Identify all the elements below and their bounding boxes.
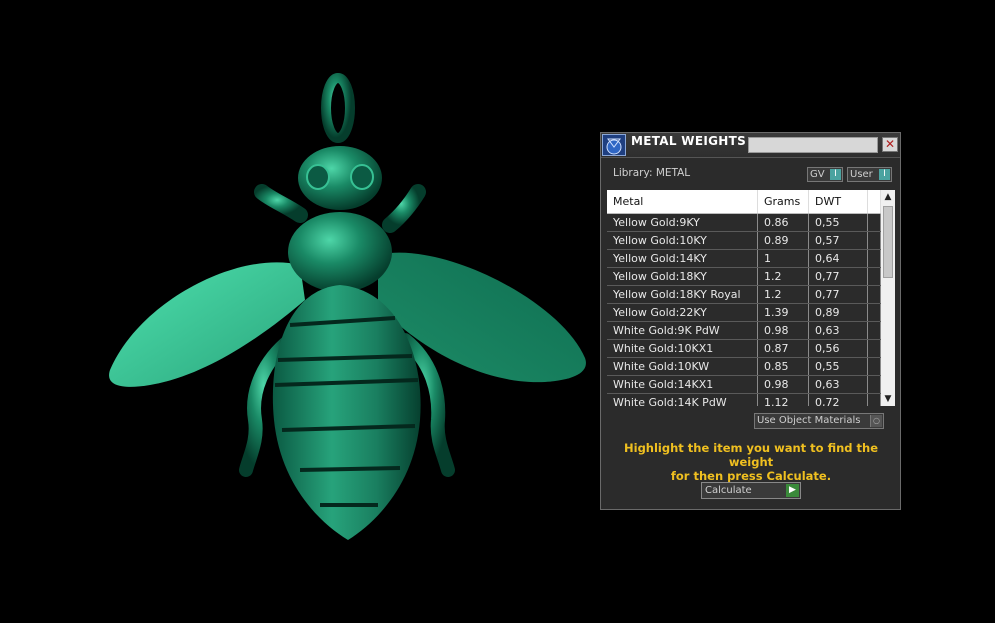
column-header-extra: [868, 190, 881, 213]
play-icon: ▶: [786, 484, 799, 497]
cell-dwt: 0,64: [809, 250, 868, 267]
scroll-down-icon[interactable]: ▼: [881, 392, 895, 406]
instruction-hint: Highlight the item you want to find the …: [611, 441, 891, 483]
table-header: Metal Grams DWT: [607, 190, 881, 214]
table-row[interactable]: White Gold:9K PdW 0.98 0,63: [607, 322, 881, 340]
column-header-grams[interactable]: Grams: [758, 190, 809, 213]
panel-title: METAL WEIGHTS: [631, 134, 747, 148]
right-eye: [350, 164, 374, 190]
gv-label: GV: [810, 169, 825, 180]
library-label: Library: METAL: [613, 167, 691, 179]
cell-grams: 0.98: [758, 376, 809, 393]
table-row[interactable]: Yellow Gold:18KY Royal 1.2 0,77: [607, 286, 881, 304]
cell-dwt: 0,56: [809, 340, 868, 357]
cell-metal: Yellow Gold:18KY Royal: [607, 286, 758, 303]
cell-dwt: 0,57: [809, 232, 868, 249]
cell-dwt: 0,77: [809, 286, 868, 303]
bee-thorax: [288, 212, 392, 292]
cell-dwt: 0,55: [809, 358, 868, 375]
calculate-label: Calculate: [705, 485, 752, 496]
left-eye: [306, 164, 330, 190]
table-row[interactable]: White Gold:10KW 0.85 0,55: [607, 358, 881, 376]
cell-metal: White Gold:10KW: [607, 358, 758, 375]
pendant-bail: [321, 73, 355, 143]
circle-indicator-icon: ○: [870, 415, 882, 427]
hint-line-2: for then press Calculate.: [670, 469, 832, 483]
cell-dwt: 0,63: [809, 322, 868, 339]
table-body: Yellow Gold:9KY 0.86 0,55 Yellow Gold:10…: [607, 214, 881, 406]
table-row[interactable]: White Gold:10KX1 0.87 0,56: [607, 340, 881, 358]
cell-extra: [868, 340, 881, 357]
cell-extra: [868, 250, 881, 267]
cell-extra: [868, 376, 881, 393]
user-toggle[interactable]: User I: [847, 167, 892, 182]
cell-grams: 0.87: [758, 340, 809, 357]
cell-grams: 1.39: [758, 304, 809, 321]
panel-titlebar[interactable]: METAL WEIGHTS ✕: [601, 133, 900, 158]
scroll-thumb[interactable]: [883, 206, 893, 278]
gv-indicator-icon: I: [830, 169, 841, 180]
cell-extra: [868, 322, 881, 339]
cell-extra: [868, 358, 881, 375]
cell-metal: White Gold:14KX1: [607, 376, 758, 393]
cell-extra: [868, 286, 881, 303]
cell-metal: White Gold:14K PdW: [607, 394, 758, 406]
cell-extra: [868, 268, 881, 285]
cell-dwt: 0,55: [809, 214, 868, 231]
cell-grams: 0.89: [758, 232, 809, 249]
cell-dwt: 0,77: [809, 268, 868, 285]
use-object-materials-toggle[interactable]: Use Object Materials ○: [754, 413, 884, 429]
cell-extra: [868, 394, 881, 406]
cell-grams: 1.2: [758, 268, 809, 285]
table-row[interactable]: Yellow Gold:9KY 0.86 0,55: [607, 214, 881, 232]
user-label: User: [850, 169, 873, 180]
calculate-button[interactable]: Calculate ▶: [701, 482, 801, 499]
cell-extra: [868, 304, 881, 321]
table-row[interactable]: White Gold:14K PdW 1.12 0,72: [607, 394, 881, 406]
cell-dwt: 0,63: [809, 376, 868, 393]
cell-grams: 0.98: [758, 322, 809, 339]
metal-table: Metal Grams DWT Yellow Gold:9KY 0.86 0,5…: [607, 190, 895, 406]
app-logo-icon: [602, 134, 626, 156]
right-antenna: [382, 184, 426, 233]
scroll-up-icon[interactable]: ▲: [881, 190, 895, 204]
cell-metal: White Gold:9K PdW: [607, 322, 758, 339]
metal-weights-panel: METAL WEIGHTS ✕ Library: METAL GV I User…: [600, 132, 901, 510]
gv-toggle[interactable]: GV I: [807, 167, 843, 182]
cell-metal: Yellow Gold:14KY: [607, 250, 758, 267]
table-scrollbar[interactable]: ▲ ▼: [881, 190, 895, 406]
cell-dwt: 0,89: [809, 304, 868, 321]
cell-extra: [868, 232, 881, 249]
table-row[interactable]: Yellow Gold:14KY 1 0,64: [607, 250, 881, 268]
left-antenna: [254, 184, 308, 223]
column-header-metal[interactable]: Metal: [607, 190, 758, 213]
cell-metal: White Gold:10KX1: [607, 340, 758, 357]
hint-line-1: Highlight the item you want to find the …: [624, 441, 878, 469]
titlebar-filler: [748, 137, 878, 153]
cell-grams: 1.2: [758, 286, 809, 303]
table-row[interactable]: Yellow Gold:22KY 1.39 0,89: [607, 304, 881, 322]
table-row[interactable]: White Gold:14KX1 0.98 0,63: [607, 376, 881, 394]
cell-grams: 1: [758, 250, 809, 267]
use-object-materials-label: Use Object Materials: [757, 415, 861, 426]
bee-pendant-model[interactable]: [109, 73, 586, 540]
cell-extra: [868, 214, 881, 231]
table-row[interactable]: Yellow Gold:18KY 1.2 0,77: [607, 268, 881, 286]
cell-grams: 1.12: [758, 394, 809, 406]
table-row[interactable]: Yellow Gold:10KY 0.89 0,57: [607, 232, 881, 250]
cell-metal: Yellow Gold:22KY: [607, 304, 758, 321]
cell-metal: Yellow Gold:9KY: [607, 214, 758, 231]
cell-metal: Yellow Gold:18KY: [607, 268, 758, 285]
cell-grams: 0.86: [758, 214, 809, 231]
user-indicator-icon: I: [879, 169, 890, 180]
close-button[interactable]: ✕: [882, 137, 898, 152]
cell-metal: Yellow Gold:10KY: [607, 232, 758, 249]
column-header-dwt[interactable]: DWT: [809, 190, 868, 213]
cell-dwt: 0,72: [809, 394, 868, 406]
cell-grams: 0.85: [758, 358, 809, 375]
